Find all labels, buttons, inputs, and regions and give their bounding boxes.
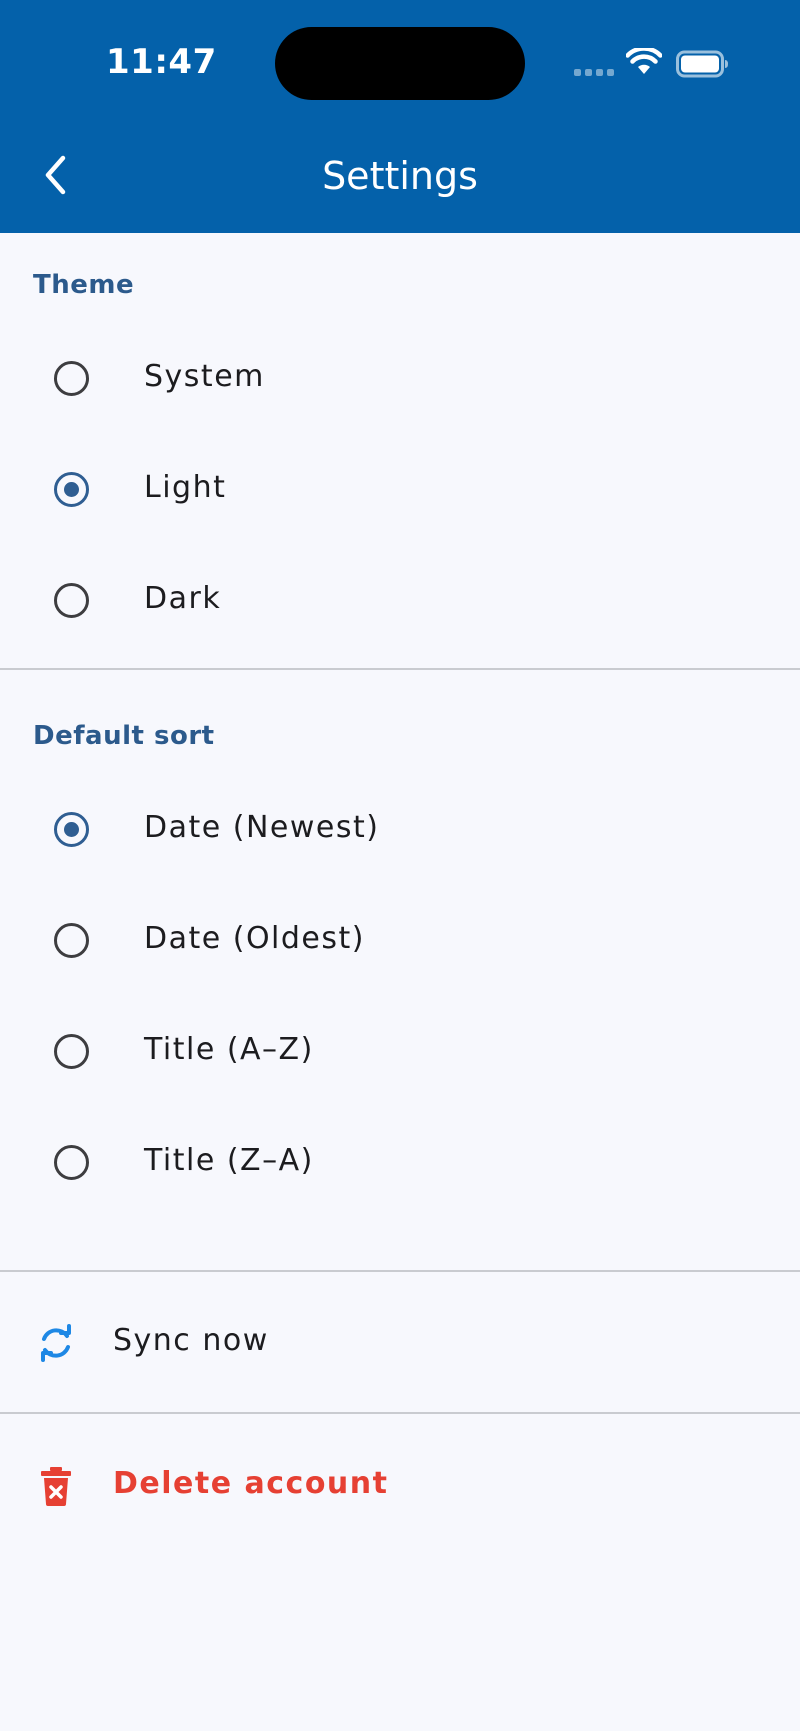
radio-label: Title (A–Z) bbox=[144, 1032, 314, 1067]
divider bbox=[0, 1270, 800, 1272]
trash-icon bbox=[36, 1466, 76, 1506]
page-title: Settings bbox=[322, 154, 478, 198]
radio-button-selected[interactable] bbox=[54, 472, 89, 507]
radio-label: Dark bbox=[144, 581, 222, 616]
radio-button-unselected[interactable] bbox=[54, 1034, 89, 1069]
status-time: 11:47 bbox=[106, 42, 217, 82]
sort-section-header: Default sort bbox=[33, 721, 215, 751]
radio-label: Date (Newest) bbox=[144, 810, 380, 845]
battery-icon bbox=[676, 50, 730, 82]
radio-label: Date (Oldest) bbox=[144, 921, 365, 956]
sort-option-title-z-a[interactable]: Title (Z–A) bbox=[0, 1111, 800, 1211]
wifi-icon bbox=[625, 46, 663, 80]
sort-option-date-newest[interactable]: Date (Newest) bbox=[0, 778, 800, 878]
delete-account-button[interactable]: Delete account bbox=[0, 1432, 800, 1542]
theme-option-light[interactable]: Light bbox=[0, 438, 800, 538]
sort-option-date-oldest[interactable]: Date (Oldest) bbox=[0, 889, 800, 989]
radio-button-unselected[interactable] bbox=[54, 1145, 89, 1180]
radio-label: Light bbox=[144, 470, 227, 505]
sync-now-label: Sync now bbox=[113, 1323, 269, 1358]
radio-button-selected[interactable] bbox=[54, 812, 89, 847]
theme-option-dark[interactable]: Dark bbox=[0, 549, 800, 649]
radio-button-unselected[interactable] bbox=[54, 361, 89, 396]
theme-option-system[interactable]: System bbox=[0, 327, 800, 427]
dynamic-island bbox=[275, 27, 525, 100]
divider bbox=[0, 668, 800, 670]
theme-section-header: Theme bbox=[33, 270, 135, 300]
sync-now-button[interactable]: Sync now bbox=[0, 1289, 800, 1399]
app-bar: 11:47 Settings bbox=[0, 0, 800, 233]
radio-button-unselected[interactable] bbox=[54, 583, 89, 618]
divider bbox=[0, 1412, 800, 1414]
sync-icon bbox=[36, 1323, 76, 1363]
delete-account-label: Delete account bbox=[113, 1466, 389, 1501]
signal-icon bbox=[574, 69, 614, 76]
radio-button-unselected[interactable] bbox=[54, 923, 89, 958]
sort-option-title-a-z[interactable]: Title (A–Z) bbox=[0, 1000, 800, 1100]
radio-label: Title (Z–A) bbox=[144, 1143, 314, 1178]
radio-label: System bbox=[144, 359, 265, 394]
